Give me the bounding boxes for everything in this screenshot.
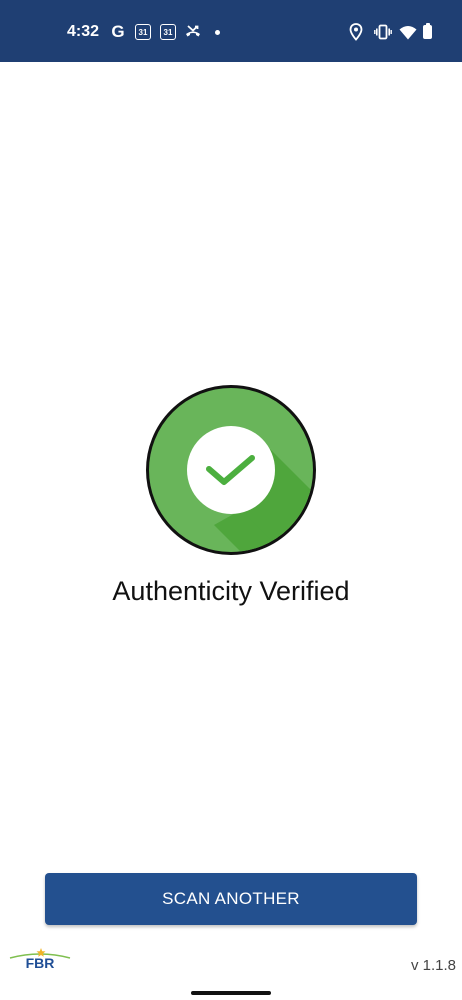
fbr-logo: FBR bbox=[6, 946, 74, 974]
battery-icon bbox=[423, 23, 432, 39]
wifi-icon bbox=[399, 22, 417, 42]
app-version: v 1.1.8 bbox=[410, 957, 456, 974]
scan-another-label: SCAN ANOTHER bbox=[162, 889, 300, 908]
notification-dot-icon bbox=[215, 30, 220, 35]
missed-call-icon bbox=[184, 22, 202, 42]
status-bar: 4:32 G 31 31 bbox=[0, 0, 462, 62]
vibrate-icon bbox=[374, 22, 392, 42]
verified-emblem bbox=[146, 385, 316, 555]
location-icon bbox=[349, 22, 363, 42]
fbr-logo-text: FBR bbox=[26, 955, 55, 971]
result-title: Authenticity Verified bbox=[112, 576, 350, 606]
calendar-icon: 31 bbox=[135, 24, 151, 40]
check-circle-icon bbox=[187, 426, 313, 552]
home-indicator[interactable] bbox=[191, 991, 271, 995]
calendar-icon: 31 bbox=[160, 24, 176, 40]
scan-another-button[interactable]: SCAN ANOTHER bbox=[45, 873, 417, 925]
google-icon: G bbox=[111, 22, 125, 41]
status-time: 4:32 bbox=[67, 23, 100, 40]
